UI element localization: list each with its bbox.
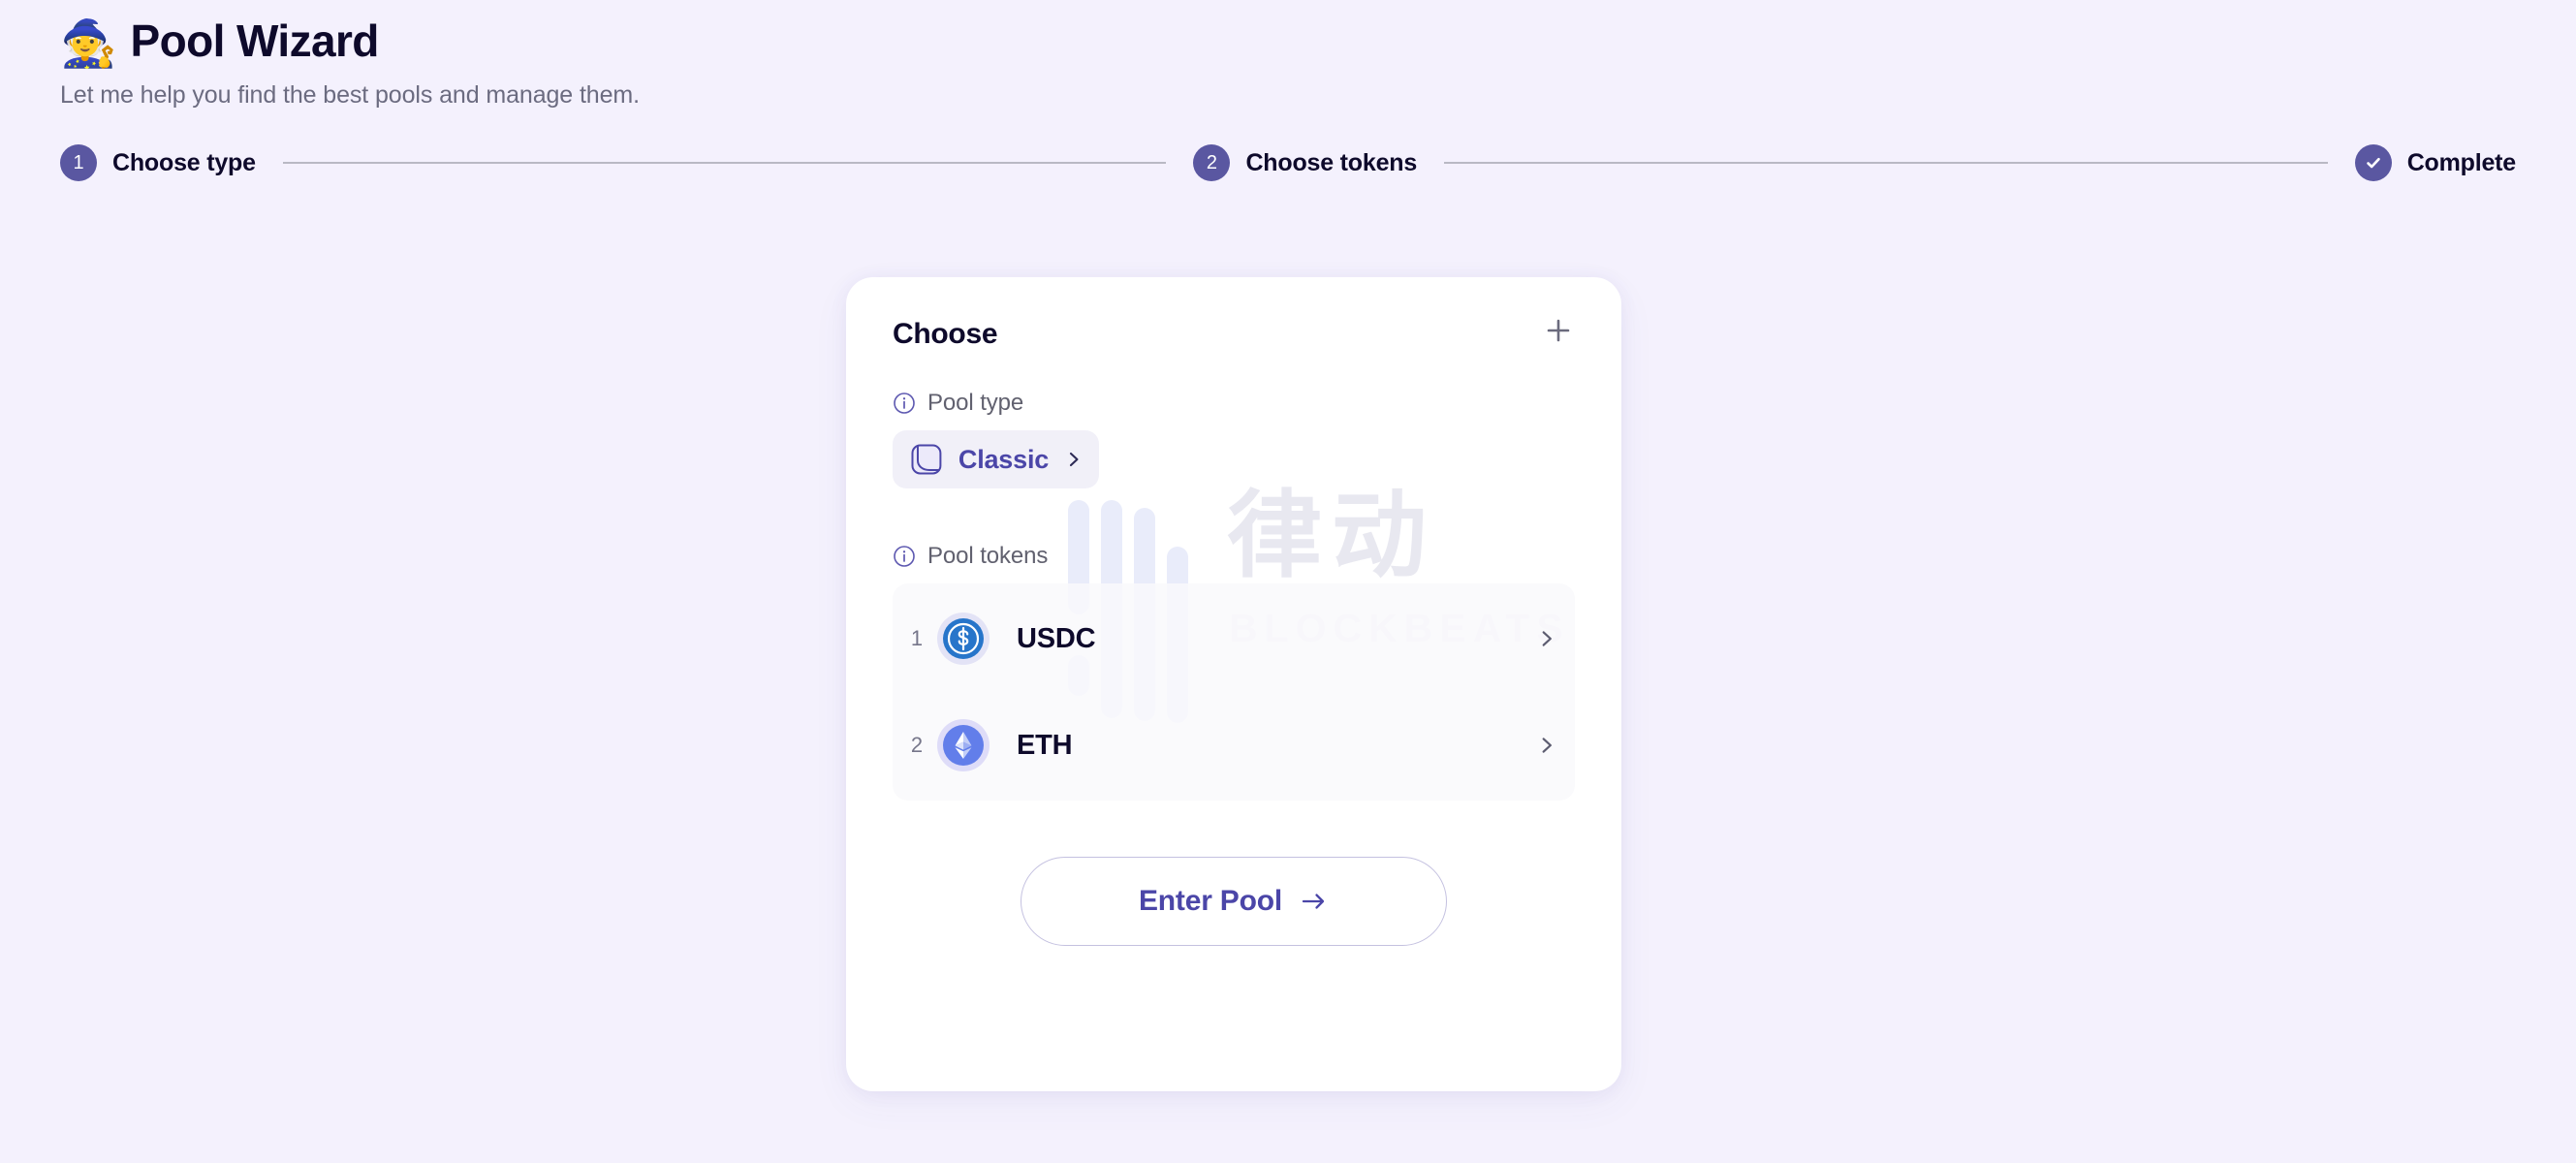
step-badge-2: 2 xyxy=(1193,144,1231,182)
enter-pool-button[interactable]: Enter Pool xyxy=(1021,857,1447,946)
add-button[interactable] xyxy=(1542,314,1575,347)
step-complete[interactable]: Complete xyxy=(2354,144,2517,182)
token-index: 1 xyxy=(910,626,924,650)
pool-type-selector[interactable]: Classic xyxy=(893,430,1099,488)
step-label-choose-tokens: Choose tokens xyxy=(1245,148,1418,176)
page-subtitle: Let me help you find the best pools and … xyxy=(60,81,640,110)
step-label-complete: Complete xyxy=(2406,148,2517,176)
info-circle-icon[interactable] xyxy=(893,392,916,415)
pool-tokens-label: Pool tokens xyxy=(927,543,1049,569)
pool-tokens-label-row: Pool tokens xyxy=(893,543,1575,570)
info-circle-icon[interactable] xyxy=(893,545,916,568)
step-label-choose-type: Choose type xyxy=(112,148,256,176)
pool-type-value: Classic xyxy=(958,444,1050,474)
token-symbol: ETH xyxy=(1017,729,1073,761)
chevron-right-icon xyxy=(1542,738,1552,753)
step-badge-complete xyxy=(2354,144,2392,182)
classic-pool-icon xyxy=(911,444,942,475)
choose-card-wrapper: 律动 BLOCKBEATS Choose Pool type xyxy=(846,277,1621,1091)
enter-pool-wrapper: Enter Pool xyxy=(893,857,1575,946)
chevron-right-icon xyxy=(1069,452,1079,467)
pool-type-label: Pool type xyxy=(927,390,1024,416)
token-symbol: USDC xyxy=(1017,622,1096,654)
step-choose-type[interactable]: 1 Choose type xyxy=(60,144,256,182)
pool-type-label-row: Pool type xyxy=(893,390,1575,417)
choose-card: 律动 BLOCKBEATS Choose Pool type xyxy=(846,277,1621,1091)
check-icon xyxy=(2366,158,2380,169)
enter-pool-label: Enter Pool xyxy=(1138,885,1282,917)
usdc-token-icon xyxy=(937,613,990,665)
stepper: 1 Choose type 2 Choose tokens Complete xyxy=(60,144,2576,182)
card-header: Choose xyxy=(893,320,1575,353)
table-row[interactable]: 2 ETH xyxy=(893,692,1575,799)
step-connector-2 xyxy=(1444,162,2328,165)
chevron-right-icon xyxy=(1542,631,1552,646)
pool-tokens-list: 1 USDC 2 ETH xyxy=(893,583,1575,801)
step-connector-1 xyxy=(282,162,1167,165)
eth-token-icon xyxy=(937,719,990,771)
step-badge-1: 1 xyxy=(60,144,97,182)
page-title: Pool Wizard xyxy=(130,16,380,66)
plus-icon xyxy=(1547,319,1570,342)
card-title: Choose xyxy=(893,318,998,350)
page-header: 🧙 Pool Wizard Let me help you find the b… xyxy=(0,0,2576,182)
token-index: 2 xyxy=(910,733,924,757)
title-row: 🧙 Pool Wizard xyxy=(60,16,2576,69)
table-row[interactable]: 1 USDC xyxy=(893,585,1575,692)
arrow-right-icon xyxy=(1302,894,1325,909)
wizard-emoji: 🧙 xyxy=(60,16,117,69)
step-choose-tokens[interactable]: 2 Choose tokens xyxy=(1193,144,1418,182)
